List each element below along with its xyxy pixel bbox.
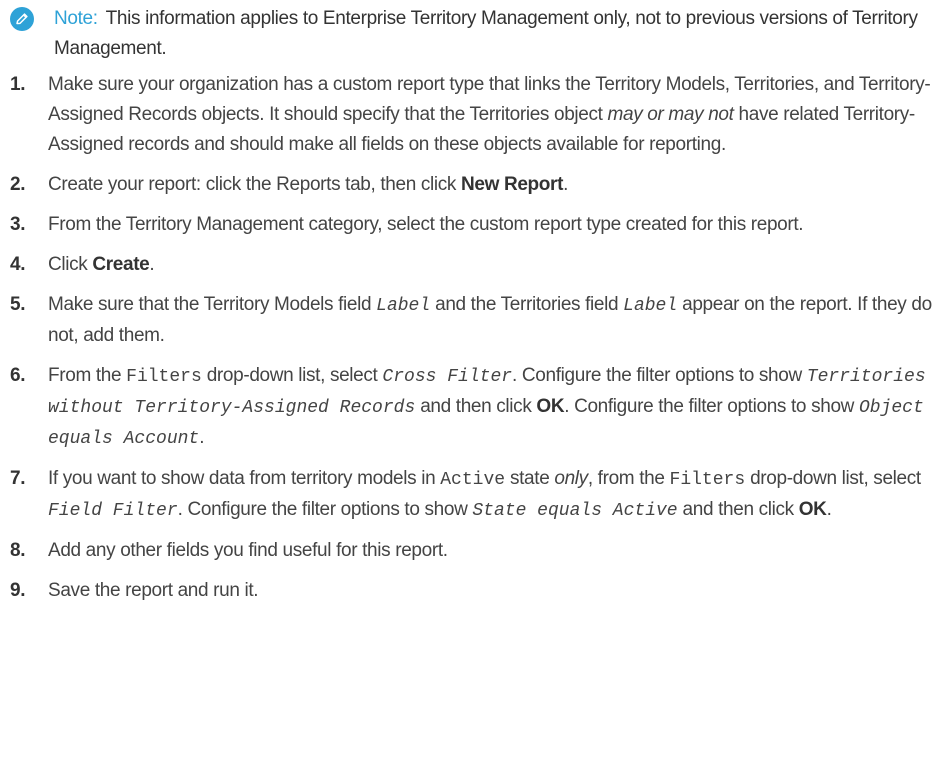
step-text: Add any other fields you find useful for… <box>48 536 942 566</box>
note-text-block: Note: This information applies to Enterpr… <box>54 4 924 64</box>
step-text-segment: Save the report and run it. <box>48 580 259 601</box>
field-name-code: Label <box>376 296 431 316</box>
step-text-segment: If you want to show data from territory … <box>48 468 441 489</box>
option-value-code: Cross Filter <box>382 367 513 387</box>
option-value-code: State equals Active <box>472 501 678 521</box>
step-text-segment: . <box>563 174 569 195</box>
step-item: 5. Make sure that the Territory Models f… <box>10 290 942 351</box>
step-item: 2. Create your report: click the Reports… <box>10 170 942 200</box>
step-text-segment: From the <box>48 365 127 386</box>
step-item: 3. From the Territory Management categor… <box>10 210 942 240</box>
step-text: Make sure that the Territory Models fiel… <box>48 290 942 351</box>
step-text-segment: drop-down list, select <box>201 365 383 386</box>
step-number: 2. <box>10 174 26 195</box>
option-value-code: Field Filter <box>48 501 178 521</box>
field-name-code: Label <box>623 296 678 316</box>
step-text: From the Filters drop-down list, select … <box>48 361 942 454</box>
step-text: Save the report and run it. <box>48 576 942 606</box>
step-number: 8. <box>10 540 26 561</box>
step-text-segment: Click <box>48 254 93 275</box>
ui-element-code: Filters <box>669 470 746 490</box>
step-text-segment: and the Territories field <box>430 294 624 315</box>
step-item: 7. If you want to show data from territo… <box>10 464 942 526</box>
step-text: Create your report: click the Reports ta… <box>48 170 942 200</box>
step-item: 6. From the Filters drop-down list, sele… <box>10 361 942 454</box>
step-text: From the Territory Management category, … <box>48 210 942 240</box>
step-number: 3. <box>10 214 26 235</box>
step-text: Click Create. <box>48 250 942 280</box>
note-body: This information applies to Enterprise T… <box>54 8 918 59</box>
step-text-segment: . <box>199 427 205 448</box>
step-item: 8. Add any other fields you find useful … <box>10 536 942 566</box>
step-text-segment: Add any other fields you find useful for… <box>48 540 448 561</box>
note-callout: Note: This information applies to Enterpr… <box>10 4 940 64</box>
step-number: 1. <box>10 74 26 95</box>
emphasis-text: only <box>554 468 588 489</box>
help-page: Note: This information applies to Enterpr… <box>0 0 952 772</box>
step-text-segment: . Configure the filter options to show <box>177 499 473 520</box>
step-text-segment: drop-down list, select <box>745 468 921 489</box>
step-text-segment: . Configure the filter options to show <box>512 365 807 386</box>
step-text: Make sure your organization has a custom… <box>48 70 942 160</box>
step-item: 9. Save the report and run it. <box>10 576 942 606</box>
ui-label-new-report: New Report <box>461 174 564 195</box>
step-text-segment: , from the <box>587 468 670 489</box>
step-text-segment: . <box>149 254 155 275</box>
ui-label-ok: OK <box>798 499 827 520</box>
step-text-segment: From the Territory Management category, … <box>48 214 804 235</box>
ui-element-code: Filters <box>126 367 202 387</box>
step-number: 7. <box>10 468 26 489</box>
state-value-code: Active <box>440 470 506 490</box>
step-item: 1. Make sure your organization has a cus… <box>10 70 942 160</box>
step-number: 4. <box>10 254 26 275</box>
edit-note-icon <box>10 7 34 31</box>
step-number: 5. <box>10 294 26 315</box>
ui-label-create: Create <box>92 254 150 275</box>
step-text-segment: and then click <box>677 499 799 520</box>
step-text: If you want to show data from territory … <box>48 464 942 526</box>
steps-list: 1. Make sure your organization has a cus… <box>10 70 942 616</box>
step-text-segment: . <box>826 499 832 520</box>
step-number: 6. <box>10 365 26 386</box>
step-text-segment: . Configure the filter options to show <box>564 396 859 417</box>
step-text-segment: Make sure that the Territory Models fiel… <box>48 294 377 315</box>
ui-label-ok: OK <box>536 396 565 417</box>
step-number: 9. <box>10 580 26 601</box>
emphasis-text: may or may not <box>607 104 734 125</box>
step-text-segment: Create your report: click the Reports ta… <box>48 174 462 195</box>
step-text-segment: and then click <box>415 396 537 417</box>
note-label: Note: <box>54 8 98 29</box>
step-text-segment: state <box>505 468 555 489</box>
step-item: 4. Click Create. <box>10 250 942 280</box>
